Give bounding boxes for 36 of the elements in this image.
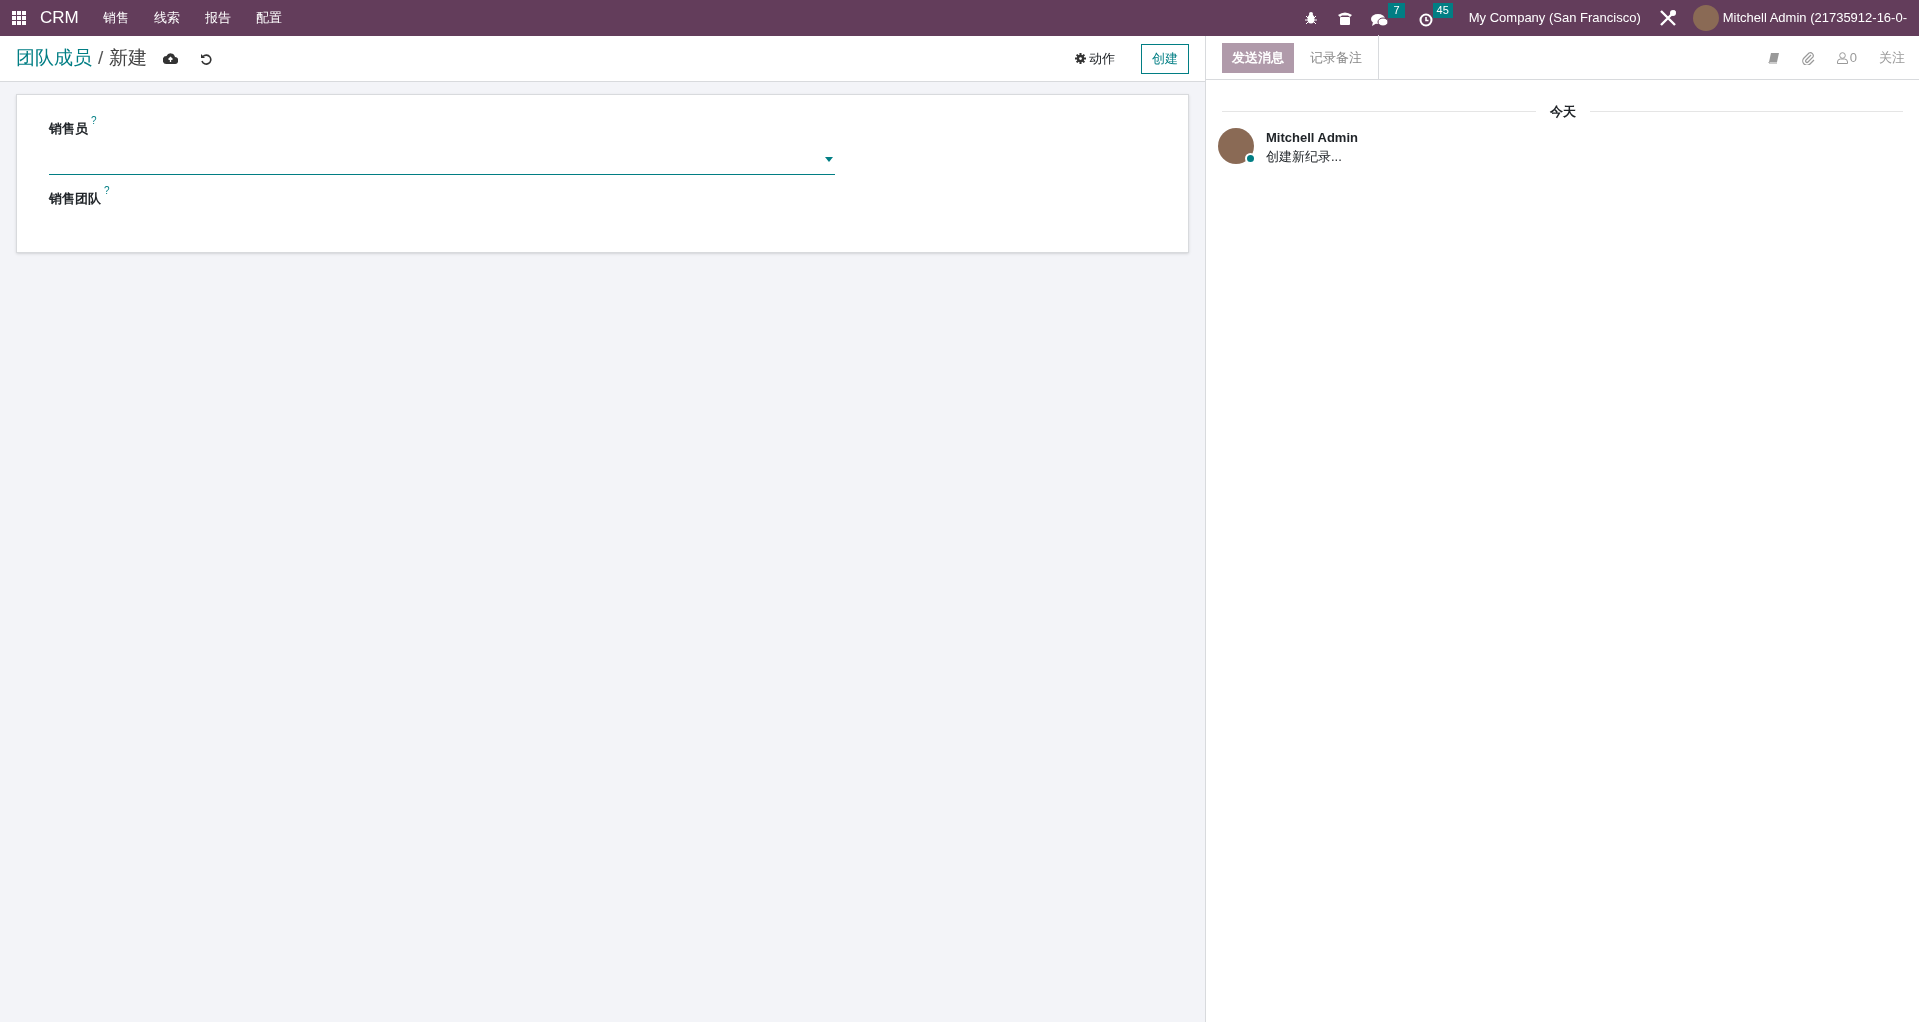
bug-icon[interactable] [1305, 12, 1318, 24]
date-separator: 今天 [1548, 103, 1577, 121]
cloud-upload-icon[interactable] [163, 53, 179, 64]
menu-item[interactable]: 报告 [204, 8, 231, 28]
breadcrumb-separator: / [98, 46, 104, 71]
person-icon[interactable] [1836, 51, 1848, 64]
message-body: 创建新纪录... [1266, 148, 1343, 166]
field-label: 销售员 [49, 120, 88, 138]
dropdown-caret-icon [825, 156, 833, 162]
help-tooltip[interactable]: ? [104, 184, 110, 197]
author-avatar [1218, 127, 1254, 164]
breadcrumb-link[interactable]: 团队成员 [16, 44, 92, 73]
company-switcher[interactable]: My Company (San Francisco) [1468, 8, 1641, 28]
app-name[interactable]: CRM [40, 5, 79, 31]
field-label: 销售团队 [49, 189, 101, 208]
message-author: Mitchell Admin [1266, 128, 1358, 147]
user-menu[interactable]: Mitchell Admin (21735912-16-0- [1722, 8, 1907, 28]
help-tooltip[interactable]: ? [91, 115, 97, 127]
messages-badge: 7 [1388, 3, 1405, 18]
undo-icon[interactable] [200, 52, 213, 65]
tools-icon[interactable] [1658, 9, 1677, 27]
chatter-tab[interactable]: 记录备注 [1300, 42, 1372, 73]
apps-grid-icon[interactable] [12, 11, 26, 25]
action-menu-button[interactable]: 动作 [1075, 48, 1115, 69]
clock-icon[interactable] [1418, 13, 1433, 27]
chat-icon[interactable] [1371, 13, 1389, 27]
book-icon[interactable] [1767, 51, 1780, 64]
breadcrumb-current: 新建 [109, 46, 148, 71]
gear-icon [1075, 53, 1086, 64]
menu-item[interactable]: 销售 [102, 8, 129, 28]
paperclip-icon[interactable] [1801, 50, 1815, 65]
activities-badge: 45 [1432, 3, 1453, 18]
create-button[interactable]: 创建 [1141, 43, 1189, 74]
menu-item[interactable]: 配置 [255, 8, 282, 28]
followers-count: 0 [1849, 48, 1857, 67]
menu-item[interactable]: 线索 [153, 8, 180, 28]
